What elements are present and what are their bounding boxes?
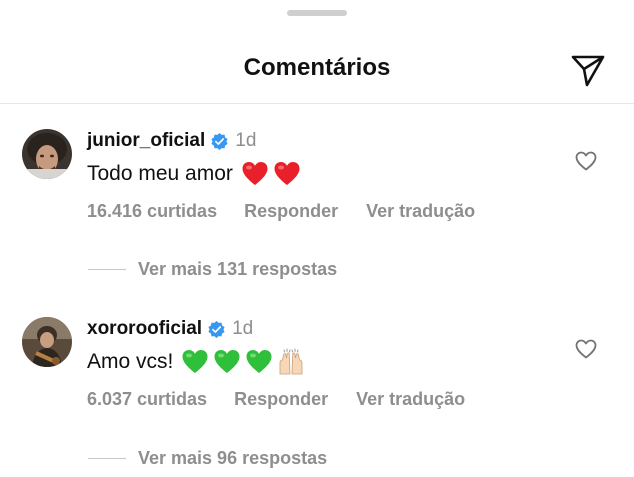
comment-timestamp: 1d xyxy=(235,130,257,151)
green-heart-emoji-icon xyxy=(214,350,240,373)
comment-text: Todo meu amor xyxy=(87,162,233,185)
red-heart-emoji-icon xyxy=(242,162,268,185)
divider-line xyxy=(88,268,126,270)
reply-button[interactable]: Responder xyxy=(244,201,338,222)
comments-header: Comentários xyxy=(0,40,634,104)
like-heart-icon[interactable] xyxy=(574,149,598,173)
like-heart-icon[interactable] xyxy=(574,337,598,361)
verified-badge-icon xyxy=(211,132,228,150)
likes-count[interactable]: 16.416 curtidas xyxy=(87,201,217,222)
comment-username[interactable]: xororooficial xyxy=(87,318,202,340)
divider-line xyxy=(88,457,126,459)
translate-button[interactable]: Ver tradução xyxy=(356,389,465,410)
comment-text: Amo vcs! xyxy=(87,350,174,373)
avatar[interactable] xyxy=(22,129,72,179)
red-heart-emoji-icon xyxy=(274,162,300,185)
comments-sheet: Comentários junior_oficial 1d Todo meu a… xyxy=(0,0,634,477)
view-more-replies-label: Ver mais 131 respostas xyxy=(138,258,338,279)
comment-body: Todo meu amor xyxy=(87,159,301,189)
view-more-replies-button[interactable]: Ver mais 131 respostas xyxy=(88,257,337,281)
avatar[interactable] xyxy=(22,317,72,367)
reply-button[interactable]: Responder xyxy=(234,389,328,410)
comment-username[interactable]: junior_oficial xyxy=(87,130,205,152)
green-heart-emoji-icon xyxy=(246,350,272,373)
raising-hands-emoji-icon xyxy=(279,348,303,375)
verified-badge-icon xyxy=(208,320,225,338)
comment-body: Amo vcs! xyxy=(87,347,305,377)
drag-handle[interactable] xyxy=(287,10,347,16)
paper-plane-icon[interactable] xyxy=(568,49,608,89)
view-more-replies-button[interactable]: Ver mais 96 respostas xyxy=(88,446,327,470)
comment-item: xororooficial 1d Amo vcs! 6.037 curtidas… xyxy=(0,317,634,427)
green-heart-emoji-icon xyxy=(182,350,208,373)
translate-button[interactable]: Ver tradução xyxy=(366,201,475,222)
page-title: Comentários xyxy=(243,54,391,81)
likes-count[interactable]: 6.037 curtidas xyxy=(87,389,207,410)
comment-item: junior_oficial 1d Todo meu amor 16.416 c… xyxy=(0,129,634,239)
view-more-replies-label: Ver mais 96 respostas xyxy=(138,447,328,468)
comment-timestamp: 1d xyxy=(232,318,254,339)
